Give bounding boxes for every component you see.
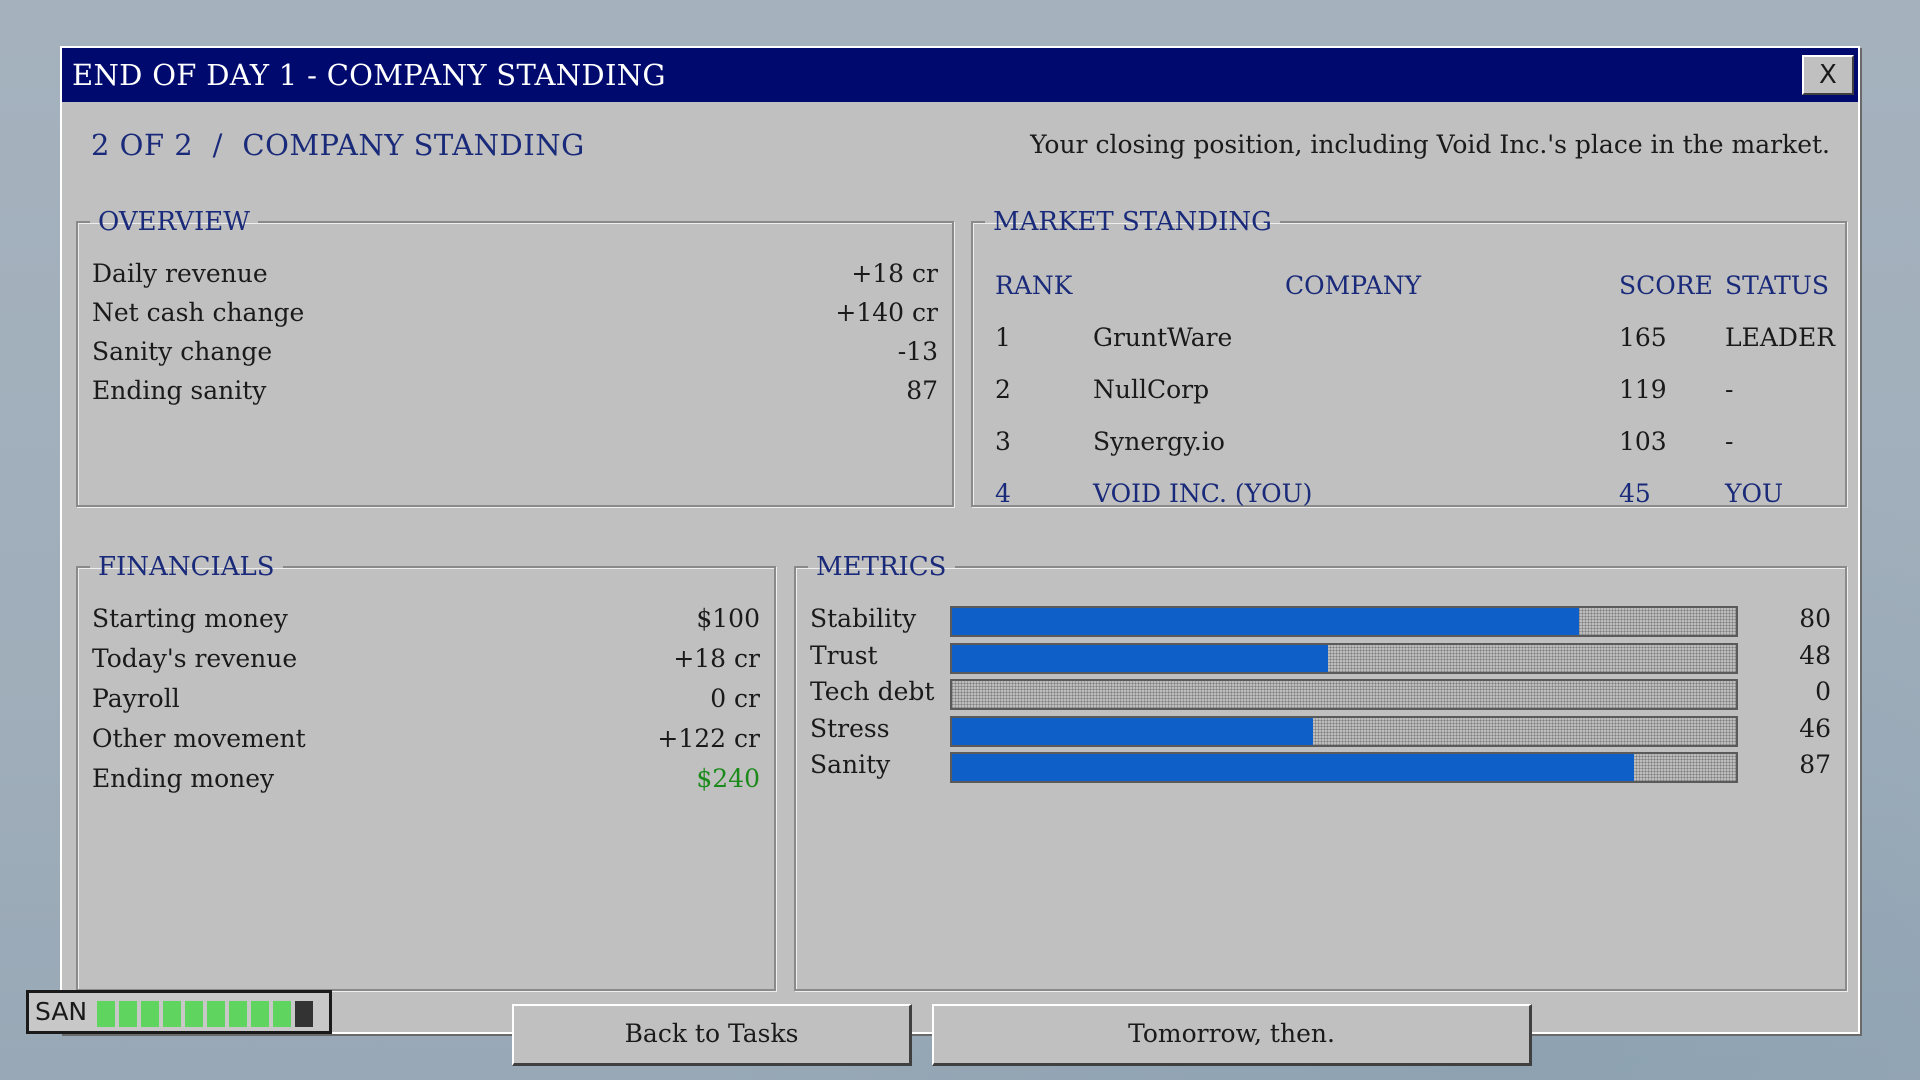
status-cell: - — [1725, 427, 1734, 456]
company-cell: NullCorp — [1093, 375, 1210, 404]
metric-label: Stability — [810, 604, 917, 633]
tomorrow-button[interactable]: Tomorrow, then. — [932, 1004, 1532, 1066]
back-to-tasks-button[interactable]: Back to Tasks — [512, 1004, 912, 1066]
sanity-segment — [185, 1001, 203, 1027]
overview-row: Daily revenue +18 cr — [92, 259, 938, 297]
metric-bar-fill — [952, 644, 1329, 672]
column-header-rank: RANK — [995, 271, 1073, 300]
financials-row: Other movement +122 cr — [92, 724, 760, 762]
metrics-panel: METRICS Stability 80 Trust 48 Tech debt 0 Stre… — [794, 552, 1847, 991]
sanity-segment — [97, 1001, 115, 1027]
metric-value: 80 — [1799, 604, 1831, 633]
financials-label: Ending money — [92, 764, 275, 793]
financials-legend: FINANCIALS — [98, 552, 275, 582]
financials-row: Today's revenue +18 cr — [92, 644, 760, 682]
overview-row: Ending sanity 87 — [92, 376, 938, 414]
rank-cell: 4 — [995, 479, 1011, 508]
column-header-status: STATUS — [1725, 271, 1829, 300]
sanity-segment — [119, 1001, 137, 1027]
sanity-meter: SAN — [26, 990, 332, 1034]
overview-legend: OVERVIEW — [98, 207, 251, 237]
company-cell: Synergy.io — [1093, 427, 1225, 456]
sanity-segment — [229, 1001, 247, 1027]
overview-panel: OVERVIEW Daily revenue +18 cr Net cash c… — [76, 207, 954, 507]
ending-money-value: $240 — [696, 764, 760, 793]
status-cell: LEADER — [1725, 323, 1836, 352]
overview-row: Sanity change -13 — [92, 337, 938, 375]
financials-row: Starting money $100 — [92, 604, 760, 642]
metric-label: Trust — [810, 640, 878, 670]
overview-row: Net cash change +140 cr — [92, 298, 938, 336]
financials-value: +18 cr — [673, 644, 760, 673]
metric-value: 48 — [1799, 640, 1831, 670]
score-cell: 103 — [1619, 427, 1667, 456]
sanity-segment — [163, 1001, 181, 1027]
breadcrumb: 2 OF 2 / COMPANY STANDING — [91, 128, 585, 162]
rank-cell: 3 — [995, 427, 1011, 456]
score-cell: 165 — [1619, 323, 1667, 352]
overview-label: Net cash change — [92, 298, 305, 327]
overview-label: Ending sanity — [92, 376, 267, 405]
metric-label: Sanity — [810, 750, 891, 780]
end-of-day-window: END OF DAY 1 - COMPANY STANDING X 2 OF 2… — [60, 46, 1860, 1066]
company-cell: GruntWare — [1093, 323, 1233, 352]
financials-value: +122 cr — [657, 724, 760, 753]
metric-bar-fill — [952, 608, 1580, 635]
close-button[interactable]: X — [1802, 55, 1854, 95]
metric-value: 87 — [1799, 750, 1831, 780]
sanity-segment — [207, 1001, 225, 1027]
metrics-legend: METRICS — [816, 552, 947, 582]
page-subtitle: Your closing position, including Void In… — [1030, 130, 1830, 159]
financials-label: Today's revenue — [92, 644, 298, 673]
overview-value: -13 — [897, 337, 938, 366]
financials-value: 0 cr — [710, 684, 760, 713]
financials-label: Payroll — [92, 684, 180, 713]
financials-row: Payroll 0 cr — [92, 684, 760, 722]
score-cell: 119 — [1619, 375, 1667, 404]
sanity-segment — [295, 1001, 313, 1027]
window-titlebar: END OF DAY 1 - COMPANY STANDING X — [62, 48, 1858, 102]
sanity-segment — [273, 1001, 291, 1027]
column-header-score: SCORE — [1619, 271, 1713, 300]
column-header-company: COMPANY — [1285, 271, 1422, 300]
overview-value: +140 cr — [835, 298, 938, 327]
financials-value: $100 — [696, 604, 760, 633]
metric-bar — [950, 606, 1738, 637]
status-cell: YOU — [1725, 479, 1784, 508]
rank-cell: 1 — [995, 323, 1011, 352]
metric-bar — [950, 752, 1738, 784]
company-cell: VOID INC. (YOU) — [1093, 479, 1313, 508]
metric-label: Stress — [810, 713, 890, 743]
financials-row: Ending money $240 — [92, 764, 760, 802]
overview-value: 87 — [906, 376, 938, 405]
metric-bar-fill — [952, 754, 1635, 782]
sanity-meter-label: SAN — [35, 997, 88, 1026]
metric-bar — [950, 642, 1738, 674]
rank-cell: 2 — [995, 375, 1011, 404]
metric-label: Tech debt — [810, 677, 935, 707]
status-cell: - — [1725, 375, 1734, 404]
metric-value: 0 — [1815, 677, 1831, 707]
window-title: END OF DAY 1 - COMPANY STANDING — [72, 58, 666, 92]
metric-bar — [950, 679, 1738, 711]
overview-value: +18 cr — [851, 259, 938, 288]
sanity-segment — [141, 1001, 159, 1027]
financials-panel: FINANCIALS Starting money $100 Today's r… — [76, 552, 776, 991]
market-legend: MARKET STANDING — [993, 207, 1272, 237]
financials-label: Other movement — [92, 724, 306, 753]
overview-label: Sanity change — [92, 337, 273, 366]
metric-bar — [950, 715, 1738, 747]
market-standing-panel: MARKET STANDING RANK COMPANY SCORE STATU… — [971, 207, 1847, 508]
overview-label: Daily revenue — [92, 259, 268, 288]
sanity-segment — [251, 1001, 269, 1027]
financials-label: Starting money — [92, 604, 288, 633]
score-cell: 45 — [1619, 479, 1651, 508]
metric-bar-fill — [952, 717, 1313, 745]
metric-value: 46 — [1799, 713, 1831, 743]
